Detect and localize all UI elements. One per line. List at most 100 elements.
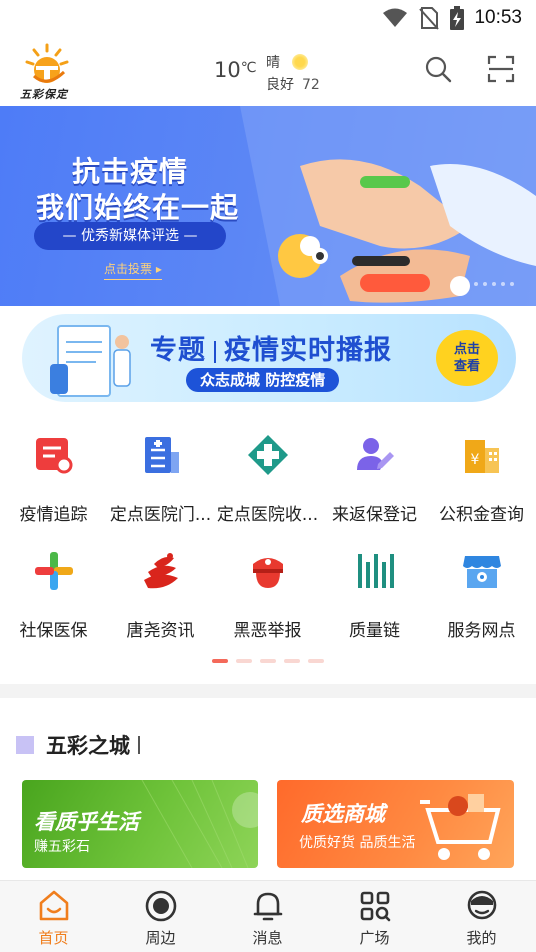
grid-label: 定点医院门... <box>109 505 212 525</box>
grid-item-tangyao-news[interactable]: 唐尧资讯 <box>107 542 214 652</box>
weather-condition: 晴 <box>266 55 280 71</box>
banner-vote-link[interactable]: 点击投票 ▸ <box>104 260 162 280</box>
service-outlet-icon <box>463 556 501 588</box>
mall-section-header: 五彩之城 <box>16 730 140 760</box>
app-screen: 10:53 五彩保定 10℃ 晴 良好 72 抗击疫情 我们始终在一起 — 优秀… <box>0 0 536 952</box>
search-icon <box>425 56 452 83</box>
banner-dot <box>474 282 478 286</box>
special-topic-card[interactable]: 专题 疫情实时播报 众志成城 防控疫情 点击 查看 <box>22 314 516 402</box>
banner-title-line1: 抗击疫情 <box>72 155 189 188</box>
mall-card-title: 质选商城 <box>301 802 385 826</box>
banner-dot <box>456 282 460 286</box>
social-insurance-icon <box>35 552 73 590</box>
app-header: 五彩保定 10℃ 晴 良好 72 <box>0 38 536 106</box>
topic-view-button[interactable]: 点击 查看 <box>436 330 498 386</box>
grid-label: 公积金查询 <box>439 505 524 525</box>
sunny-icon <box>292 54 308 70</box>
banner-dot <box>492 282 496 286</box>
topic-subtitle: 众志成城 防控疫情 <box>186 368 340 392</box>
profile-icon <box>467 890 497 920</box>
grid-label: 来返保登记 <box>332 505 417 525</box>
grid-label: 质量链 <box>349 621 400 641</box>
tab-label: 我的 <box>466 929 497 947</box>
tab-label: 消息 <box>252 929 283 947</box>
mall-card-subtitle: 赚五彩石 <box>34 839 90 855</box>
tangyao-news-icon <box>144 553 178 589</box>
tab-label: 广场 <box>359 929 390 947</box>
mall-card-title: 看质乎生活 <box>34 810 139 834</box>
promo-banner[interactable]: 抗击疫情 我们始终在一起 — 优秀新媒体评选 — 点击投票 ▸ <box>0 106 536 306</box>
mall-card-life[interactable]: 看质乎生活 赚五彩石 <box>22 780 258 868</box>
svg-text:¥: ¥ <box>471 452 480 468</box>
topic-title-separator <box>214 340 216 363</box>
grid-pager-dot-active <box>212 659 228 663</box>
grid-item-quality-chain[interactable]: 质量链 <box>321 542 428 652</box>
grid-item-housing-fund[interactable]: ¥ 公积金查询 <box>428 426 535 536</box>
grid-label: 唐尧资讯 <box>126 621 195 641</box>
bell-icon <box>253 892 283 921</box>
no-sim-icon <box>419 7 440 30</box>
wifi-icon <box>383 8 408 27</box>
section-divider <box>0 684 536 698</box>
tab-home[interactable]: 首页 <box>0 881 107 952</box>
return-registration-icon <box>357 438 394 470</box>
grid-item-crime-report[interactable]: 黑恶举报 <box>214 542 321 652</box>
mall-title: 五彩之城 <box>46 734 130 758</box>
banner-dot <box>465 282 469 286</box>
quality-chain-icon <box>358 554 394 588</box>
air-quality-value: 72 <box>302 77 320 93</box>
mall-title-bar <box>138 736 140 754</box>
temperature-unit: ℃ <box>240 60 257 76</box>
status-time: 10:53 <box>474 7 522 28</box>
topic-button-line1: 点击 <box>453 342 480 357</box>
bottom-tab-bar: 首页 周边 消息 广场 我的 <box>0 880 536 952</box>
grid-item-service-outlet[interactable]: 服务网点 <box>428 542 535 652</box>
hospital-admission-icon <box>248 435 288 475</box>
banner-subtitle: — 优秀新媒体评选 — <box>34 222 226 250</box>
banner-vote-label: 点击投票 <box>104 262 153 276</box>
shopping-cart-icon <box>420 794 501 860</box>
epidemic-tracking-icon <box>36 438 73 474</box>
banner-dot <box>483 282 487 286</box>
topic-title-left: 专题 <box>150 335 206 366</box>
grid-label: 社保医保 <box>19 621 88 641</box>
status-bar: 10:53 <box>0 0 536 38</box>
logo-sun-icon <box>25 43 69 83</box>
temperature-value: 10 <box>214 58 241 82</box>
nearby-icon <box>145 890 177 922</box>
housing-fund-icon: ¥ <box>465 440 499 473</box>
air-quality-label: 良好 <box>266 77 294 93</box>
temperature: 10℃ <box>214 58 256 82</box>
crime-report-icon <box>253 558 283 588</box>
grid-item-hospital-outpatient[interactable]: 定点医院门... <box>107 426 214 536</box>
grid-label: 定点医院收... <box>216 505 319 525</box>
grid-item-epidemic-tracking[interactable]: 疫情追踪 <box>0 426 107 536</box>
tab-nearby[interactable]: 周边 <box>107 881 214 952</box>
grid-pager-dot <box>284 659 300 663</box>
app-logo[interactable]: 五彩保定 <box>14 42 86 102</box>
scan-button[interactable] <box>484 52 518 86</box>
grid-pager-dot <box>260 659 276 663</box>
grid-pager-dots <box>212 659 324 663</box>
section-marker <box>16 736 34 754</box>
air-quality: 良好 72 <box>266 74 320 94</box>
banner-dot <box>510 282 514 286</box>
grid-item-return-registration[interactable]: 来返保登记 <box>321 426 428 536</box>
square-grid-icon <box>360 891 391 922</box>
tab-profile[interactable]: 我的 <box>428 881 535 952</box>
banner-pager-dots <box>456 282 514 286</box>
logo-text: 五彩保定 <box>20 88 68 101</box>
banner-title-line2: 我们始终在一起 <box>36 191 240 224</box>
mall-card-shop[interactable]: 质选商城 优质好货 品质生活 <box>277 780 514 868</box>
grid-pager-dot <box>236 659 252 663</box>
tab-square[interactable]: 广场 <box>321 881 428 952</box>
battery-charging-icon <box>450 6 465 30</box>
grid-item-social-insurance[interactable]: 社保医保 <box>0 542 107 652</box>
grid-item-hospital-admission[interactable]: 定点医院收... <box>214 426 321 536</box>
search-button[interactable] <box>421 52 455 86</box>
grid-label: 服务网点 <box>447 621 516 641</box>
tab-label: 首页 <box>38 929 69 947</box>
tab-messages[interactable]: 消息 <box>214 881 321 952</box>
hospital-outpatient-icon <box>145 437 179 473</box>
grid-label: 黑恶举报 <box>233 621 302 641</box>
